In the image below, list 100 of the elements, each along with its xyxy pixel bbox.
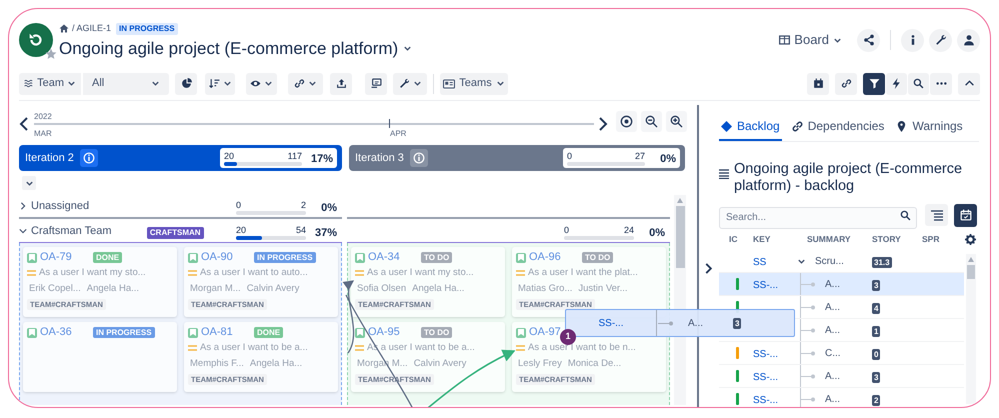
presentation-button[interactable] [365, 72, 387, 94]
issue-summary: As a user I want to be a... [200, 341, 308, 355]
story-icon [355, 328, 365, 338]
scope-select[interactable]: All [83, 72, 169, 94]
total-count: 24 [624, 225, 634, 236]
issue-key[interactable]: SS-... [753, 395, 778, 406]
backlog-row[interactable]: SS-... A... 3 [719, 273, 964, 296]
status-badge: DONE [254, 327, 284, 338]
breadcrumb-link[interactable]: / AGILE-1 [72, 22, 112, 36]
quick-action-button[interactable] [886, 72, 907, 94]
issue-key[interactable]: SS [753, 257, 766, 268]
pie-chart-icon [180, 78, 192, 89]
settings-icon[interactable] [965, 234, 976, 246]
export-button[interactable] [330, 72, 352, 94]
info-icon [82, 152, 95, 164]
collapse-icon[interactable] [797, 256, 806, 266]
issue-key[interactable]: SS-... [753, 280, 778, 291]
expand-icon [19, 202, 27, 210]
panel-tab[interactable]: Backlog [719, 113, 782, 142]
issue-summary: As a user I want my sto... [367, 266, 474, 280]
assignee-name: Matias Gro... [518, 282, 572, 296]
share-button[interactable] [857, 28, 880, 52]
calendar-icon [812, 78, 824, 89]
team-toggle[interactable]: Craftsman Team [19, 222, 112, 239]
tree-connector-icon [800, 304, 816, 310]
column-header[interactable]: SPR [918, 233, 958, 246]
collapse-icon [19, 226, 27, 235]
visibility-button[interactable] [246, 72, 277, 94]
filter-button[interactable] [863, 72, 885, 94]
status-badge: IN PROGRESS [116, 22, 178, 34]
tools-button[interactable] [393, 72, 427, 94]
calendar-view-button[interactable] [954, 204, 977, 227]
tree-connector-icon [800, 328, 816, 332]
issue-key[interactable]: SS-... [753, 349, 778, 360]
home-icon[interactable] [59, 24, 69, 33]
info-button[interactable] [80, 149, 98, 167]
assignee-name: Morgan M... [190, 282, 241, 296]
status-badge: TO DO [421, 252, 452, 263]
scrollbar[interactable] [966, 254, 976, 404]
search-icon [900, 210, 911, 222]
teams-button[interactable]: Teams [440, 72, 508, 94]
sort-button[interactable] [205, 72, 235, 94]
settings-button[interactable] [929, 28, 952, 52]
assignee-name: Angela Ha... [86, 282, 140, 296]
issue-summary: A... [688, 316, 704, 330]
priority-medium-icon [188, 270, 197, 276]
scrollbar-thumb[interactable] [967, 265, 975, 279]
caret-icon [264, 79, 273, 88]
info-icon [412, 152, 425, 164]
panel-tab[interactable]: Dependencies [790, 113, 886, 142]
story-points: 0 [872, 349, 880, 360]
center-button[interactable] [616, 111, 637, 132]
total-count: 27 [634, 150, 645, 162]
issue-summary: A... [825, 370, 840, 384]
chart-button[interactable] [175, 72, 197, 94]
zoom-out-button[interactable] [641, 111, 662, 132]
view-select[interactable]: Board [774, 29, 847, 51]
story-icon [27, 328, 37, 338]
assignee-name: Calvin Avery [414, 357, 466, 372]
search-field[interactable]: Search... [719, 206, 917, 229]
tree-connector-icon [658, 320, 674, 326]
column-header[interactable]: STORY [870, 233, 918, 246]
backlog-row[interactable]: SS-... A... 3 [719, 365, 964, 388]
project-title: Ongoing agile project (E-commerce platform) [59, 38, 398, 58]
collapse-button[interactable] [958, 72, 980, 94]
scrollbar-thumb[interactable] [676, 206, 684, 268]
upload-icon [336, 78, 346, 89]
column-header[interactable]: KEY [745, 233, 797, 246]
list-view-button[interactable] [925, 204, 948, 226]
issue-summary: As a user I want the plat... [528, 266, 638, 280]
total-count: 54 [296, 225, 306, 236]
next-icon[interactable] [598, 117, 608, 131]
iteration-bar[interactable]: Iteration 2 20 117 17% [19, 145, 342, 171]
column-header[interactable]: SUMMARY [797, 233, 870, 246]
star-icon[interactable] [45, 48, 57, 60]
search-button[interactable] [908, 72, 929, 94]
expand-panel-icon[interactable] [705, 263, 713, 274]
team-select[interactable]: Team [19, 72, 81, 94]
zoom-in-button[interactable] [666, 111, 687, 132]
links-button[interactable] [288, 72, 323, 94]
panel-tab[interactable]: Warnings [894, 113, 965, 142]
calendar-button[interactable] [807, 72, 829, 94]
iteration-bar[interactable]: Iteration 3 0 27 0% [349, 145, 685, 171]
user-button[interactable] [957, 28, 980, 52]
collapse-all-button[interactable] [22, 176, 36, 190]
search-icon [913, 78, 924, 89]
previous-icon[interactable] [19, 117, 29, 131]
issue-key[interactable]: SS-... [753, 372, 778, 383]
team-badge: CRAFTSMAN [146, 227, 204, 239]
wrench-icon [934, 34, 946, 46]
backlog-row[interactable]: SS-... A... 2 [719, 388, 964, 407]
info-button[interactable] [901, 28, 924, 52]
link-button[interactable] [835, 72, 857, 94]
priority-medium-icon [516, 270, 525, 276]
assignee-name: Justin Ver... [578, 282, 628, 296]
more-button[interactable] [930, 72, 952, 94]
column-header[interactable]: IC [719, 233, 745, 246]
assignee-name: Lesly Frey [518, 357, 562, 372]
backlog-row[interactable]: SS-... C... 0 [719, 342, 964, 365]
team-toggle[interactable]: Unassigned [19, 198, 90, 214]
